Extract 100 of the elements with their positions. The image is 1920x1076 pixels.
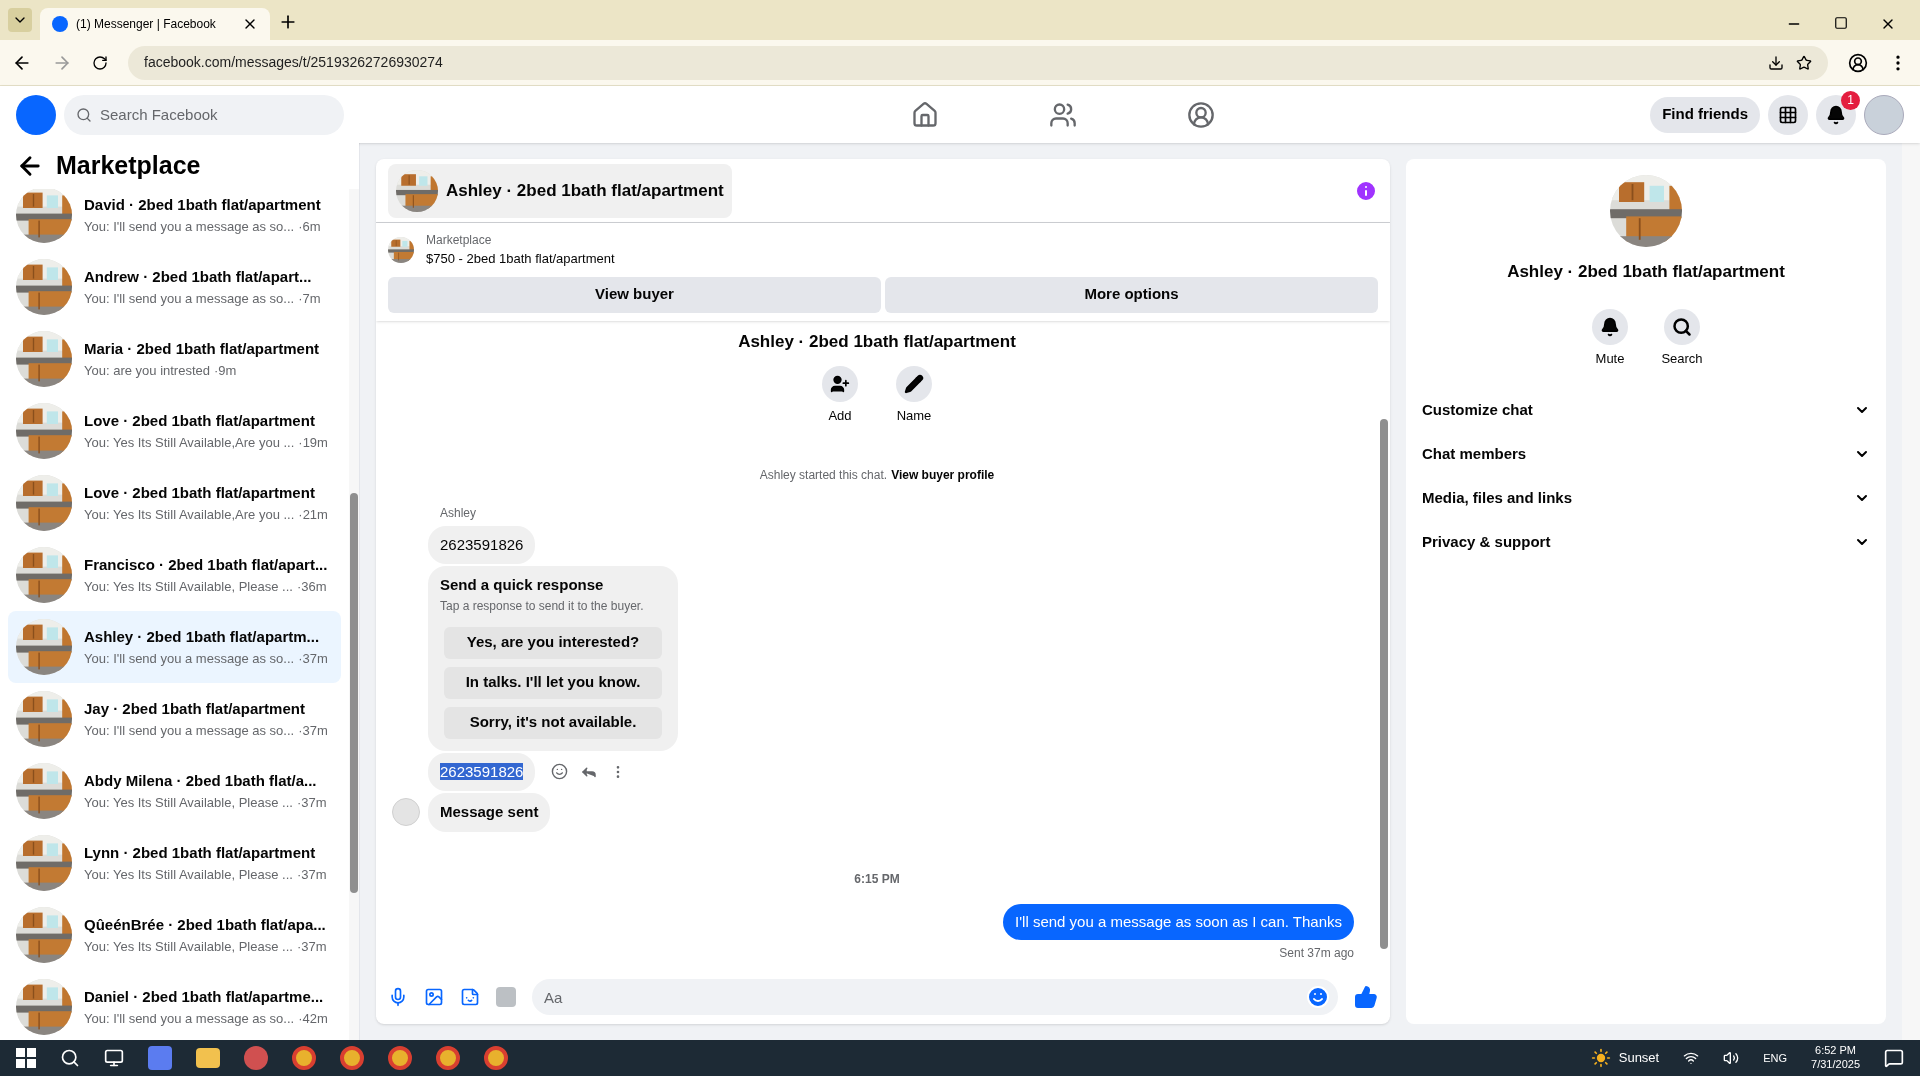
conversation-item[interactable]: QûeénBrée · 2bed 1bath flat/apa... You: Yes Its Still Available, Please ... ·37m <box>8 899 341 971</box>
task-view-icon[interactable] <box>104 1048 124 1068</box>
action-label: Name <box>896 407 932 425</box>
listing-title: $750 - 2bed 1bath flat/apartment <box>426 250 615 268</box>
sticker-icon[interactable] <box>460 987 480 1007</box>
search-field[interactable]: Search Facebook <box>64 94 344 135</box>
profile-action-button[interactable] <box>1592 308 1628 345</box>
conversation-item[interactable]: Love · 2bed 1bath flat/apartment You: Yes Its Still Available,Are you ... ·19m <box>8 395 341 467</box>
quick-response-option[interactable]: Sorry, it's not available. <box>444 706 662 739</box>
conversation-item[interactable]: Love · 2bed 1bath flat/apartment You: Yes Its Still Available,Are you ... ·21m <box>8 467 341 539</box>
buyer-profile-link[interactable]: View buyer profile <box>891 465 995 484</box>
message-time: ·42m <box>298 1009 328 1028</box>
profile-name: Ashley · 2bed 1bath flat/apartment <box>1507 261 1785 283</box>
tab-list-button[interactable] <box>8 8 32 32</box>
conversation-item[interactable]: David · 2bed 1bath flat/apartment You: I'll send you a message as so... ·6m <box>8 189 341 251</box>
notification-badge: 1 <box>1841 90 1860 110</box>
message-preview: You: Yes Its Still Available,Are you ... <box>84 433 295 452</box>
profile-action-button[interactable] <box>1664 308 1700 345</box>
message-text: 2623591826 <box>440 762 524 780</box>
groups-icon[interactable] <box>1187 100 1216 129</box>
facebook-logo-icon[interactable] <box>16 94 56 135</box>
profile-icon[interactable] <box>1848 52 1868 73</box>
message-time: ·37m <box>298 721 328 740</box>
conversation-title: QûeénBrée · 2bed 1bath flat/apa... <box>84 915 327 935</box>
conversation-item[interactable]: Abdy Milena · 2bed 1bath flat/a... You: Yes Its Still Available, Please ... ·37m <box>8 755 341 827</box>
volume-icon[interactable] <box>1723 1050 1740 1066</box>
conversation-title: Jay · 2bed 1bath flat/apartment <box>84 699 306 719</box>
language-indicator[interactable]: ENG <box>1763 1049 1788 1067</box>
conversation-item[interactable]: Francisco · 2bed 1bath flat/apart... You: Yes Its Still Available, Please ... ·36m <box>8 539 341 611</box>
react-icon[interactable] <box>551 763 569 781</box>
quick-response-title: Send a quick response <box>440 575 605 595</box>
conversation-item[interactable]: Ashley · 2bed 1bath flat/apartm... You: I'll send you a message as so... ·37m <box>8 611 341 683</box>
browser-tab[interactable]: (1) Messenger | Facebook <box>40 8 270 40</box>
message-time: ·37m <box>296 793 327 812</box>
message-preview: You: Yes Its Still Available, Please ... <box>84 793 293 812</box>
message-time: ·7m <box>298 289 321 308</box>
message-preview: You: I'll send you a message as so... <box>84 1009 295 1028</box>
app-icon[interactable] <box>244 1046 268 1070</box>
conversation-item[interactable]: Jay · 2bed 1bath flat/apartment You: I'll send you a message as so... ·37m <box>8 683 341 755</box>
message-time: ·37m <box>298 649 328 668</box>
message-time: ·19m <box>298 433 328 452</box>
outgoing-message: I'll send you a message as soon as I can. Thanks <box>1003 903 1354 940</box>
settings-section[interactable]: Chat members <box>1422 432 1870 476</box>
listing-source: Marketplace <box>426 232 493 249</box>
conversation-title: Love · 2bed 1bath flat/apartment <box>84 483 316 503</box>
install-icon[interactable] <box>1768 54 1784 71</box>
listing-button[interactable]: View buyer <box>388 276 881 313</box>
weather-label[interactable]: Sunset <box>1618 1048 1660 1068</box>
sent-status: Sent 37m ago <box>1279 945 1354 962</box>
message-preview: You: I'll send you a message as so... <box>84 649 295 668</box>
bookmark-icon[interactable] <box>1796 54 1812 71</box>
notifications-icon[interactable] <box>1884 1048 1904 1068</box>
friends-icon[interactable] <box>1049 100 1078 129</box>
start-icon[interactable] <box>16 1048 36 1068</box>
message-time: ·37m <box>296 937 327 956</box>
conversation-item[interactable]: Andrew · 2bed 1bath flat/apart... You: I'll send you a message as so... ·7m <box>8 251 341 323</box>
quick-response-option[interactable]: Yes, are you interested? <box>444 626 662 659</box>
clock-time[interactable]: 6:52 PM <box>1815 1044 1856 1058</box>
settings-section[interactable]: Privacy & support <box>1422 520 1870 564</box>
folder-icon[interactable] <box>196 1048 220 1068</box>
clock-date[interactable]: 7/31/2025 <box>1811 1058 1860 1072</box>
chat-title: Ashley · 2bed 1bath flat/apartment <box>446 179 724 202</box>
message-preview: You: I'll send you a message as so... <box>84 721 295 740</box>
message-preview: You: Yes Its Still Available,Are you ... <box>84 505 295 524</box>
conversation-item[interactable]: Maria · 2bed 1bath flat/apartment You: are you intrested ·9m <box>8 323 341 395</box>
conversation-title: Abdy Milena · 2bed 1bath flat/a... <box>84 771 318 791</box>
like-icon[interactable] <box>1354 985 1378 1009</box>
scrollbar[interactable] <box>1902 143 1920 1040</box>
add-person-icon <box>830 374 850 394</box>
chat-notice: Ashley started this chat. <box>759 466 888 484</box>
message-time: ·21m <box>298 505 328 524</box>
profile-action-button[interactable] <box>896 366 932 402</box>
search-icon[interactable] <box>60 1048 80 1068</box>
message-preview: You: Yes Its Still Available, Please ... <box>84 937 293 956</box>
conversation-title: David · 2bed 1bath flat/apartment <box>84 195 321 215</box>
find-friends-button[interactable]: Find friends <box>1650 96 1760 133</box>
reload-icon[interactable] <box>92 54 108 71</box>
maximize-icon[interactable] <box>1834 16 1848 30</box>
settings-section[interactable]: Media, files and links <box>1422 476 1870 520</box>
conversation-header[interactable]: Ashley · 2bed 1bath flat/apartment <box>388 163 732 218</box>
action-label: Search <box>1661 349 1703 368</box>
message-input[interactable]: Aa <box>532 979 1338 1015</box>
profile-action-button[interactable] <box>822 366 858 402</box>
microphone-icon[interactable] <box>388 987 408 1007</box>
quick-response-option[interactable]: In talks. I'll let you know. <box>444 666 662 699</box>
conversation-title: Love · 2bed 1bath flat/apartment <box>84 411 316 431</box>
conversation-item[interactable]: Daniel · 2bed 1bath flat/apartme... You: I'll send you a message as so... ·42m <box>8 971 341 1040</box>
home-icon[interactable] <box>911 100 940 129</box>
scrollbar[interactable] <box>349 189 359 1040</box>
menu-button[interactable] <box>1768 94 1808 135</box>
message-time: ·6m <box>298 217 321 236</box>
message-preview: You: Yes Its Still Available, Please ... <box>84 577 293 596</box>
message-time: ·9m <box>214 361 237 380</box>
listing-button[interactable]: More options <box>885 276 1378 313</box>
address-bar[interactable]: facebook.com/messages/t/25193262726930274 <box>128 45 1828 80</box>
image-icon[interactable] <box>424 987 444 1007</box>
conversation-title: Francisco · 2bed 1bath flat/apart... <box>84 555 328 575</box>
network-icon[interactable] <box>1683 1050 1700 1066</box>
conversation-item[interactable]: Lynn · 2bed 1bath flat/apartment You: Yes Its Still Available, Please ... ·37m <box>8 827 341 899</box>
settings-section[interactable]: Customize chat <box>1422 388 1870 432</box>
